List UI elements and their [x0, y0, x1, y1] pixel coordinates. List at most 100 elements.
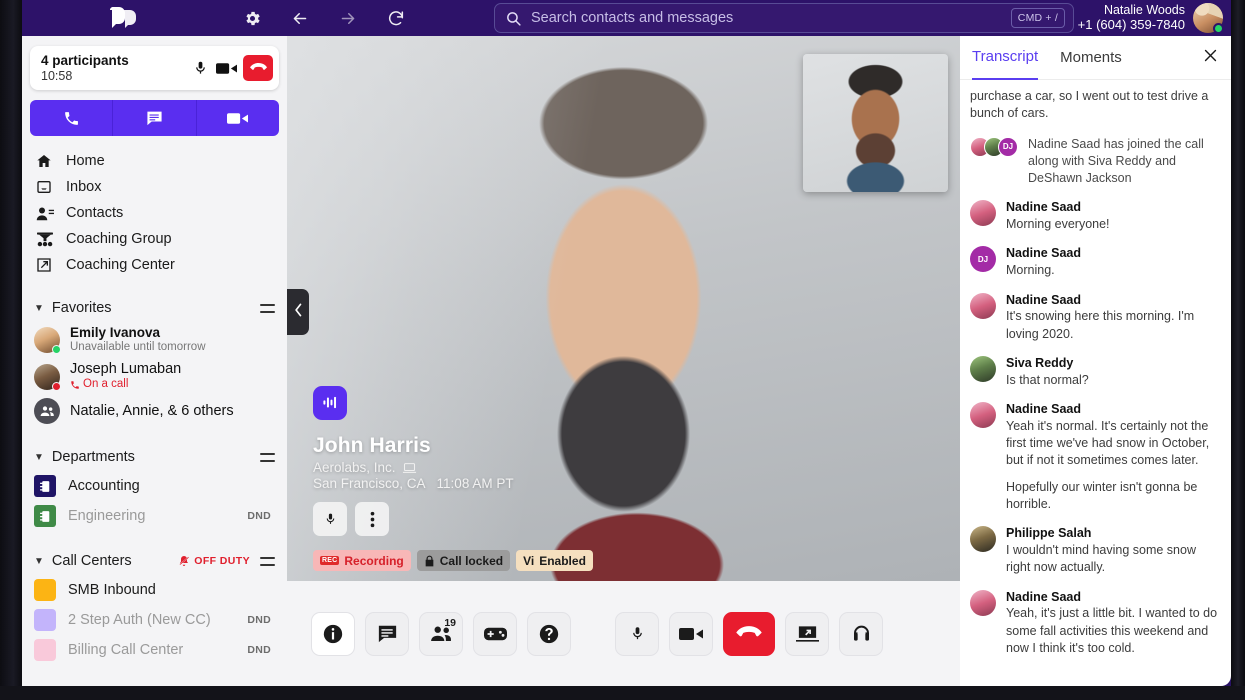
user-profile[interactable]: Natalie Woods +1 (604) 359-7840 — [1078, 3, 1223, 33]
control-group-left: 19 — [311, 612, 571, 656]
presence-dot — [52, 345, 61, 354]
screen-share-icon — [796, 625, 819, 643]
sidebar-item-home[interactable]: Home — [22, 148, 287, 174]
collapse-sidebar-handle[interactable] — [287, 289, 309, 335]
sidebar-item-label: Coaching Center — [66, 257, 175, 273]
window-frame-left — [0, 0, 22, 700]
avatar[interactable] — [1193, 3, 1223, 33]
status-badge: Vi Enabled — [516, 550, 593, 571]
help-button[interactable] — [527, 612, 571, 656]
active-call-card[interactable]: 4 participants 10:58 — [30, 46, 279, 90]
favorite-info: Natalie, Annie, & 6 others — [70, 401, 234, 420]
mic-icon[interactable] — [313, 502, 347, 536]
headset-icon — [851, 624, 872, 644]
message-body: Siva Reddy Is that normal? — [1006, 355, 1221, 389]
tab-moments[interactable]: Moments — [1060, 36, 1122, 80]
message-body: Philippe Salah I wouldn't mind having so… — [1006, 525, 1221, 576]
self-video-thumbnail[interactable] — [803, 54, 948, 192]
headset-button[interactable] — [839, 612, 883, 656]
more-vertical-icon[interactable] — [355, 502, 389, 536]
message-text: Hopefully our winter isn't gonna be horr… — [1006, 479, 1221, 514]
sidebar-item-accounting[interactable]: Accounting — [22, 471, 287, 501]
avatar — [970, 526, 996, 552]
sidebar-item-smb-inbound[interactable]: SMB Inbound — [22, 575, 287, 605]
call-center-label: SMB Inbound — [68, 582, 275, 598]
hangup-icon — [736, 625, 762, 642]
participants-button[interactable]: 19 — [419, 612, 463, 656]
gear-icon[interactable] — [242, 8, 262, 28]
sidebar-item-contacts[interactable]: Contacts — [22, 200, 287, 226]
list-item[interactable]: Joseph Lumaban On a call — [22, 358, 287, 395]
forward-arrow-icon[interactable] — [338, 8, 358, 28]
new-message-button[interactable] — [113, 100, 196, 136]
color-swatch — [34, 609, 56, 631]
chevron-down-icon: ▼ — [34, 303, 44, 314]
drag-handle-icon[interactable] — [260, 557, 275, 566]
departments-section-header[interactable]: ▼ Departments — [22, 443, 287, 471]
sidebar-item-engineering[interactable]: Engineering DND — [22, 501, 287, 531]
sidebar-item-billing-call-center[interactable]: Billing Call Center DND — [22, 635, 287, 665]
caller-location: San Francisco, CA — [313, 476, 426, 491]
list-item: Nadine Saad Yeah, it's just a little bit… — [970, 589, 1221, 658]
call-control-bar: 19 — [287, 581, 960, 686]
video-stage[interactable]: John Harris Aerolabs, Inc. San Francisco… — [287, 36, 960, 581]
reload-icon[interactable] — [386, 8, 406, 28]
tab-transcript[interactable]: Transcript — [972, 36, 1038, 80]
contact-status: Unavailable until tomorrow — [70, 341, 206, 355]
drag-handle-icon[interactable] — [260, 304, 275, 313]
section-title: Favorites — [52, 300, 260, 316]
favorites-section-header[interactable]: ▼ Favorites — [22, 294, 287, 322]
call-centers-section-header[interactable]: ▼ Call Centers OFF DUTY — [22, 547, 287, 575]
sidebar-item-coaching-center[interactable]: Coaching Center — [22, 252, 287, 278]
department-label: Engineering — [68, 508, 247, 524]
back-arrow-icon[interactable] — [290, 8, 310, 28]
list-item: Nadine Saad It's snowing here this morni… — [970, 292, 1221, 343]
speaker-name: Nadine Saad — [1006, 292, 1221, 309]
call-info-button[interactable] — [311, 612, 355, 656]
drag-handle-icon[interactable] — [260, 453, 275, 462]
sidebar-item-label: Inbox — [66, 179, 101, 195]
coaching-group-icon — [36, 231, 62, 247]
mic-icon[interactable] — [187, 55, 213, 81]
screen-share-button[interactable] — [785, 612, 829, 656]
dialpad-logo[interactable] — [108, 7, 138, 29]
off-duty-badge[interactable]: OFF DUTY — [178, 555, 250, 567]
color-swatch — [34, 639, 56, 661]
transcript-list[interactable]: purchase a car, so I went out to test dr… — [960, 80, 1231, 686]
list-item[interactable]: Natalie, Annie, & 6 others — [22, 395, 287, 427]
new-video-button[interactable] — [197, 100, 279, 136]
game-button[interactable] — [473, 612, 517, 656]
video-icon[interactable] — [213, 55, 239, 81]
call-card-text: 4 participants 10:58 — [41, 53, 187, 84]
chevron-down-icon: ▼ — [34, 452, 44, 463]
sidebar-item-inbox[interactable]: Inbox — [22, 174, 287, 200]
message-text: I wouldn't mind having some snow right n… — [1006, 542, 1221, 577]
avatar: DJ — [998, 137, 1018, 157]
hangup-button[interactable] — [243, 55, 273, 81]
hangup-button[interactable] — [723, 612, 775, 656]
avatar — [970, 402, 996, 428]
sidebar-item-coaching-group[interactable]: Coaching Group — [22, 226, 287, 252]
list-item: Nadine Saad Morning everyone! — [970, 199, 1221, 233]
dnd-badge: DND — [247, 614, 271, 626]
video-button[interactable] — [669, 612, 713, 656]
sidebar-item-label: Coaching Group — [66, 231, 172, 247]
status-badge: REC Recording — [313, 550, 411, 571]
window-frame-right — [1231, 0, 1245, 700]
search-bar[interactable]: CMD + / — [494, 3, 1074, 33]
overlay-buttons — [313, 502, 593, 536]
new-call-button[interactable] — [30, 100, 113, 136]
favorite-info: Emily Ivanova Unavailable until tomorrow — [70, 325, 206, 355]
system-message-text: Nadine Saad has joined the call along wi… — [1028, 136, 1221, 188]
game-controller-icon — [484, 626, 507, 642]
speaker-name: Nadine Saad — [1006, 245, 1221, 262]
home-icon — [36, 153, 62, 169]
chat-button[interactable] — [365, 612, 409, 656]
mute-button[interactable] — [615, 612, 659, 656]
search-input[interactable] — [531, 10, 1011, 26]
speaker-name: Siva Reddy — [1006, 355, 1221, 372]
close-icon[interactable] — [1202, 47, 1219, 69]
list-item[interactable]: Emily Ivanova Unavailable until tomorrow — [22, 322, 287, 358]
user-text: Natalie Woods +1 (604) 359-7840 — [1078, 3, 1185, 32]
sidebar-item-2-step-auth[interactable]: 2 Step Auth (New CC) DND — [22, 605, 287, 635]
